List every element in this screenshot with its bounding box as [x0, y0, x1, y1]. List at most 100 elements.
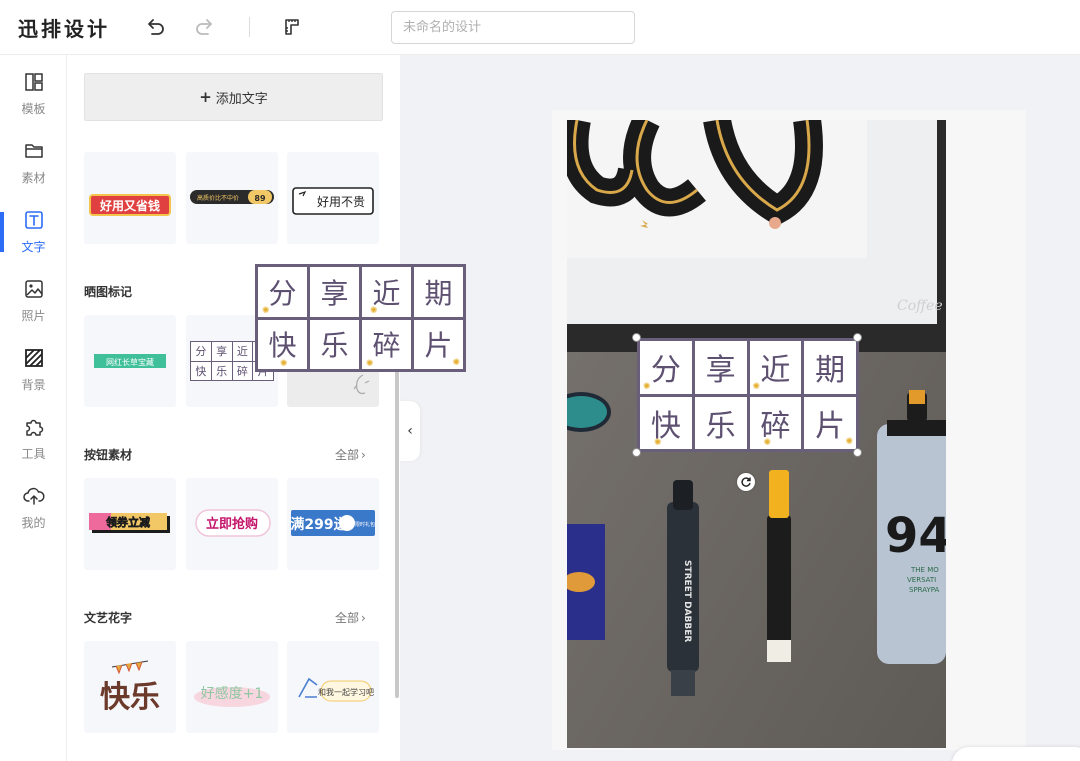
text-style-thumb[interactable]: 立即抢购: [186, 478, 278, 570]
app-logo[interactable]: 迅排设计: [18, 13, 110, 42]
app-root: 迅排设计 模板: [0, 0, 1080, 761]
svg-text:SPRAYPA: SPRAYPA: [909, 586, 940, 594]
view-all-link[interactable]: 全部 ›: [335, 446, 366, 463]
grid-cell: 乐: [310, 319, 359, 369]
thumb-sublabel: 限时礼包: [355, 521, 375, 528]
rail-label: 照片: [21, 309, 46, 323]
thumb-label: 网红长草宝藏: [106, 357, 154, 367]
background-icon: [23, 347, 45, 369]
svg-text:THE MO: THE MO: [910, 566, 939, 574]
rail-item-background[interactable]: 背景: [0, 347, 67, 407]
rotate-handle[interactable]: [737, 473, 755, 491]
collapse-panel-button[interactable]: ‹: [400, 401, 420, 461]
redo-button[interactable]: [192, 14, 218, 40]
add-text-label: 添加文字: [215, 91, 268, 107]
resize-handle-top-left[interactable]: [632, 333, 641, 342]
mini-grid-char: 近: [232, 342, 253, 361]
rotate-icon: [741, 477, 751, 487]
text-style-thumb[interactable]: 网红长草宝藏: [84, 315, 176, 407]
thumb-art: 满299送 限时礼包: [290, 510, 375, 536]
section-title: 文艺花字: [84, 611, 133, 625]
grid-cell: 享: [694, 341, 747, 394]
design-artboard[interactable]: Coffee STREET DABBER 94 THE MO VERSATI S…: [567, 120, 946, 748]
folder-icon: [23, 140, 45, 162]
text-style-thumb[interactable]: 领券立减: [84, 478, 176, 570]
thumb-label: 好感度+1: [201, 685, 264, 702]
text-style-thumb[interactable]: 和我一起学习吧: [287, 641, 379, 733]
rail-label: 背景: [21, 378, 46, 392]
grid-cell: 乐: [694, 396, 747, 449]
text-style-thumb[interactable]: 高质价比不中价 89: [186, 152, 278, 244]
thumb-label: 领券立减: [105, 515, 150, 529]
undo-button[interactable]: [142, 14, 168, 40]
add-text-button[interactable]: + 添加文字: [84, 73, 383, 121]
ruler-icon: [285, 19, 299, 35]
chevron-left-icon: ‹: [407, 423, 413, 439]
rail-item-materials[interactable]: 素材: [0, 140, 67, 200]
grid-cell: 快 ✺: [640, 396, 692, 449]
puzzle-icon: [23, 416, 45, 438]
rail-label: 模板: [21, 102, 46, 116]
drag-preview: 分 ✺ 享 近 ✺ 期 快 ✺ 乐 碎 ✺ 片 ✺: [255, 264, 466, 372]
view-all-label: 全部: [335, 611, 360, 625]
thumb-art: 好感度+1: [194, 685, 270, 707]
phrase-grid-element[interactable]: 分 ✺ 享 近 ✺ 期 快 ✺ 乐 碎 ✺ 片 ✺: [637, 338, 859, 452]
ruler-button[interactable]: [279, 14, 305, 40]
rail-item-templates[interactable]: 模板: [0, 71, 67, 131]
grid-char: 近: [760, 353, 791, 389]
view-all-link[interactable]: 全部 ›: [335, 609, 366, 626]
sparkle-icon: ✺: [452, 358, 460, 368]
svg-text:STREET DABBER: STREET DABBER: [682, 560, 692, 642]
resize-handle-top-right[interactable]: [853, 333, 862, 342]
resize-handle-bottom-right[interactable]: [853, 448, 862, 457]
grid-cell: 分 ✺: [258, 267, 307, 317]
svg-text:Coffee: Coffee: [897, 298, 943, 314]
grid-char: 片: [815, 408, 846, 444]
rail-label: 素材: [21, 171, 46, 185]
thumb-art: 领券立减: [89, 513, 170, 533]
redo-icon: [196, 19, 212, 35]
text-style-thumb[interactable]: 好感度+1: [186, 641, 278, 733]
sparkle-icon: ✺: [763, 438, 772, 448]
rail-item-text[interactable]: 文字: [0, 209, 67, 269]
rail-item-tools[interactable]: 工具: [0, 416, 67, 476]
cloud-upload-icon: [22, 485, 45, 507]
sparkle-icon: ✺: [654, 438, 662, 448]
grid-char: 期: [424, 276, 453, 310]
design-title-input[interactable]: [391, 11, 635, 44]
thumb-label: 快乐: [100, 680, 160, 715]
text-style-thumb[interactable]: 满299送 限时礼包: [287, 478, 379, 570]
thumb-art: 和我一起学习吧: [298, 677, 374, 702]
grid-cell: 碎 ✺: [749, 396, 802, 449]
text-style-thumb[interactable]: 好用又省钱: [84, 152, 176, 244]
rail-item-photos[interactable]: 照片: [0, 278, 67, 338]
text-icon: [23, 209, 45, 231]
text-style-thumb[interactable]: 快乐: [84, 641, 176, 733]
svg-text:89: 89: [254, 194, 266, 203]
thumb-art: 高质价比不中价 89: [190, 190, 274, 204]
grid-cell: 碎 ✺: [362, 319, 411, 369]
grid-char: 分: [268, 276, 297, 310]
grid-char: 享: [320, 276, 349, 310]
thumb-label: 和我一起学习吧: [318, 687, 374, 697]
thumb-label: 好用又省钱: [99, 198, 160, 213]
grid-cell: 片 ✺: [414, 319, 463, 369]
thumb-label: 高质价比不中价: [197, 194, 239, 202]
grid-cell: 片 ✺: [804, 396, 856, 449]
panel-scrollbar[interactable]: [395, 363, 399, 698]
grid-cell: 期: [414, 267, 463, 317]
resize-handle-bottom-left[interactable]: [632, 448, 641, 457]
toolbar-divider: [249, 17, 250, 37]
svg-text:VERSATI: VERSATI: [907, 576, 936, 584]
text-asset-panel: 好用又省钱 高质价比不中价 89 好用不贵 + 添加文字 晒图标记 网红长草宝藏…: [67, 55, 400, 761]
undo-icon: [148, 19, 164, 35]
view-all-label: 全部: [335, 448, 360, 462]
text-style-thumb[interactable]: 好用不贵: [287, 152, 379, 244]
thumb-label: 立即抢购: [206, 516, 258, 532]
rail-label: 我的: [21, 516, 46, 530]
grid-cell: 快 ✺: [258, 319, 307, 369]
thumb-art: 好用又省钱: [89, 194, 171, 216]
mini-grid-char: 享: [211, 342, 232, 361]
zoom-control[interactable]: [952, 747, 1080, 761]
rail-item-mine[interactable]: 我的: [0, 485, 67, 545]
